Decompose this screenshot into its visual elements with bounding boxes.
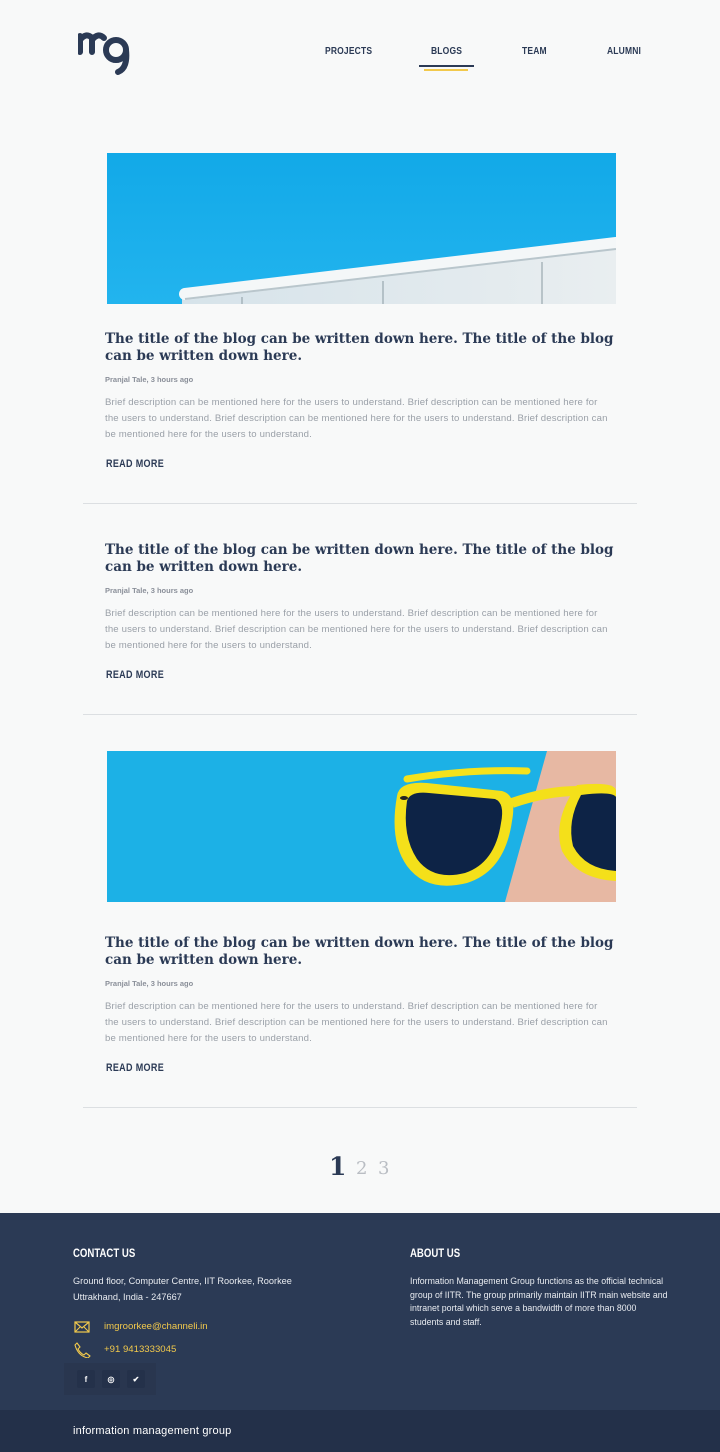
nav-alumni[interactable]: ALUMNI bbox=[607, 46, 641, 57]
post-title[interactable]: The title of the blog can be written dow… bbox=[105, 542, 625, 576]
bottom-bar: information management group bbox=[0, 1410, 720, 1452]
post-divider bbox=[83, 714, 637, 715]
phone-icon bbox=[74, 1342, 91, 1358]
nav-active-indicator bbox=[419, 65, 474, 67]
page-2-button[interactable]: 2 bbox=[356, 1158, 367, 1179]
read-more-link[interactable]: READ MORE bbox=[106, 458, 164, 470]
nav-blogs[interactable]: BLOGS bbox=[431, 46, 462, 57]
github-icon[interactable]: ◎ bbox=[102, 1370, 120, 1388]
footer: CONTACT US Ground floor, Computer Centre… bbox=[0, 1213, 720, 1410]
sunglasses-photo[interactable] bbox=[107, 751, 616, 902]
nav-active-accent bbox=[424, 69, 468, 71]
post-meta: Pranjal Tale, 3 hours ago bbox=[105, 979, 194, 988]
blog-post: The title of the blog can be written dow… bbox=[83, 751, 637, 1108]
page-1-button[interactable]: 1 bbox=[329, 1152, 346, 1181]
read-more-link[interactable]: READ MORE bbox=[106, 1062, 164, 1074]
post-description: Brief description can be mentioned here … bbox=[105, 608, 608, 651]
read-more-link[interactable]: READ MORE bbox=[106, 669, 164, 681]
email-link[interactable]: imgroorkee@channeli.in bbox=[104, 1321, 208, 1332]
about-heading: ABOUT US bbox=[410, 1246, 461, 1260]
nav-projects[interactable]: PROJECTS bbox=[325, 46, 372, 57]
post-meta: Pranjal Tale, 3 hours ago bbox=[105, 586, 194, 595]
blog-post: The title of the blog can be written dow… bbox=[83, 153, 637, 504]
post-title[interactable]: The title of the blog can be written dow… bbox=[105, 331, 625, 365]
blog-post: The title of the blog can be written dow… bbox=[83, 504, 637, 715]
page-3-button[interactable]: 3 bbox=[378, 1158, 389, 1179]
railing-sky-photo[interactable] bbox=[107, 153, 616, 304]
post-divider bbox=[83, 1107, 637, 1108]
mail-icon bbox=[74, 1321, 90, 1333]
post-meta: Pranjal Tale, 3 hours ago bbox=[105, 375, 194, 384]
facebook-icon[interactable]: f bbox=[77, 1370, 95, 1388]
address-line-1: Ground floor, Computer Centre, IIT Roork… bbox=[73, 1276, 292, 1286]
post-description: Brief description can be mentioned here … bbox=[105, 1001, 608, 1044]
address-line-2: Uttrakhand, India - 247667 bbox=[73, 1292, 182, 1302]
phone-link[interactable]: +91 9413333045 bbox=[104, 1344, 176, 1355]
main-nav: PROJECTS BLOGS TEAM ALUMNI bbox=[0, 46, 720, 76]
phone-row[interactable]: +91 9413333045 bbox=[73, 1342, 273, 1358]
footer-brand-label: information management group bbox=[73, 1425, 232, 1437]
post-title[interactable]: The title of the blog can be written dow… bbox=[105, 935, 625, 969]
twitter-icon[interactable]: ✔ bbox=[127, 1370, 145, 1388]
contact-heading: CONTACT US bbox=[73, 1246, 136, 1260]
pagination: 1 2 3 bbox=[0, 1150, 720, 1182]
nav-team[interactable]: TEAM bbox=[522, 46, 547, 57]
about-text: Information Management Group functions a… bbox=[410, 1276, 668, 1327]
post-description: Brief description can be mentioned here … bbox=[105, 397, 608, 440]
email-row[interactable]: imgroorkee@channeli.in bbox=[73, 1319, 273, 1335]
